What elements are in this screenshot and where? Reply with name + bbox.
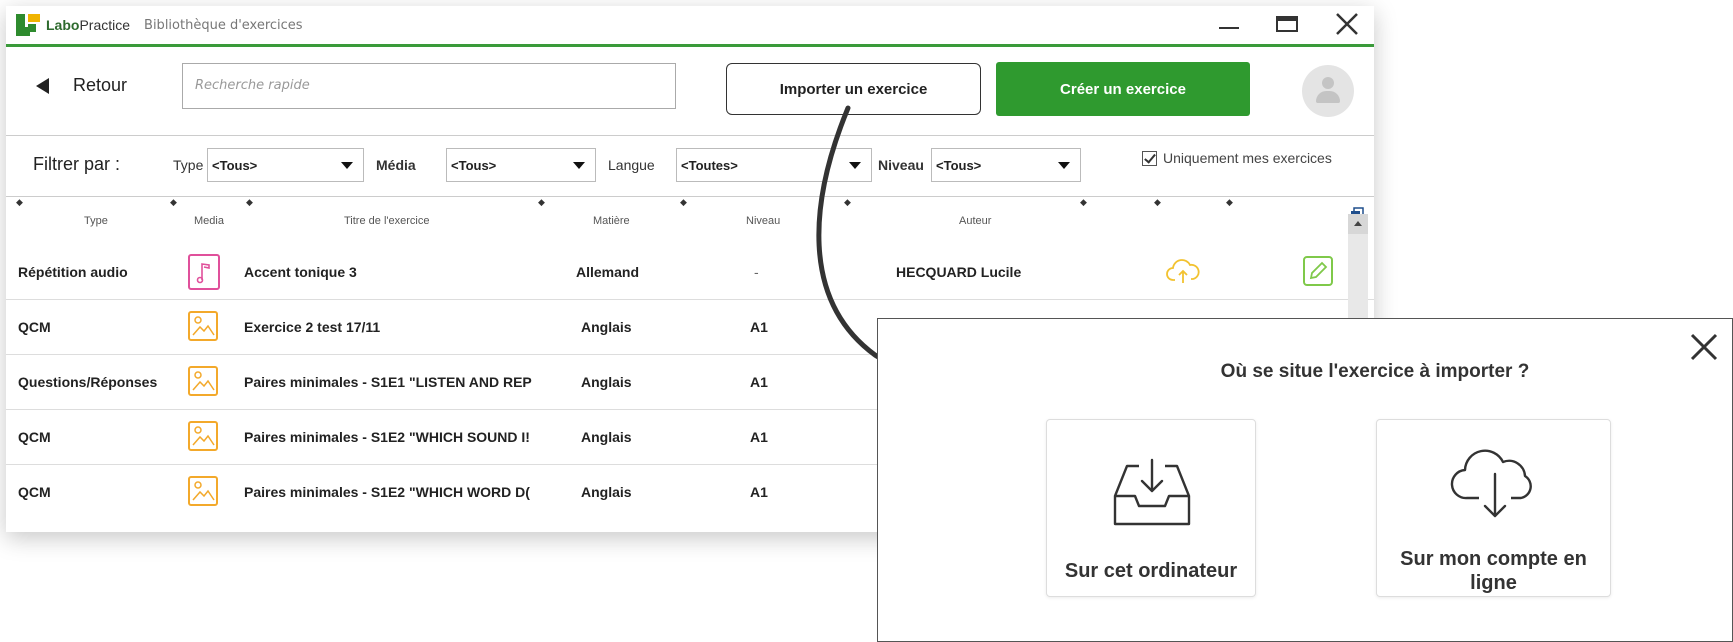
inbox-download-icon: [1113, 458, 1191, 526]
import-dialog: Où se situe l'exercice à importer ? Sur …: [877, 318, 1733, 642]
import-from-computer-option[interactable]: Sur cet ordinateur: [1046, 419, 1256, 597]
cloud-download-icon: [1450, 449, 1532, 518]
dialog-title: Où se situe l'exercice à importer ?: [1220, 361, 1530, 382]
option-cloud-label-line1: Sur mon compte en: [1400, 548, 1587, 570]
import-from-cloud-option[interactable]: Sur mon compte en ligne: [1376, 419, 1611, 597]
close-dialog-button[interactable]: [1686, 329, 1722, 365]
option-local-label: Sur cet ordinateur: [1064, 560, 1238, 582]
option-cloud-label-line2: ligne: [1470, 572, 1517, 594]
